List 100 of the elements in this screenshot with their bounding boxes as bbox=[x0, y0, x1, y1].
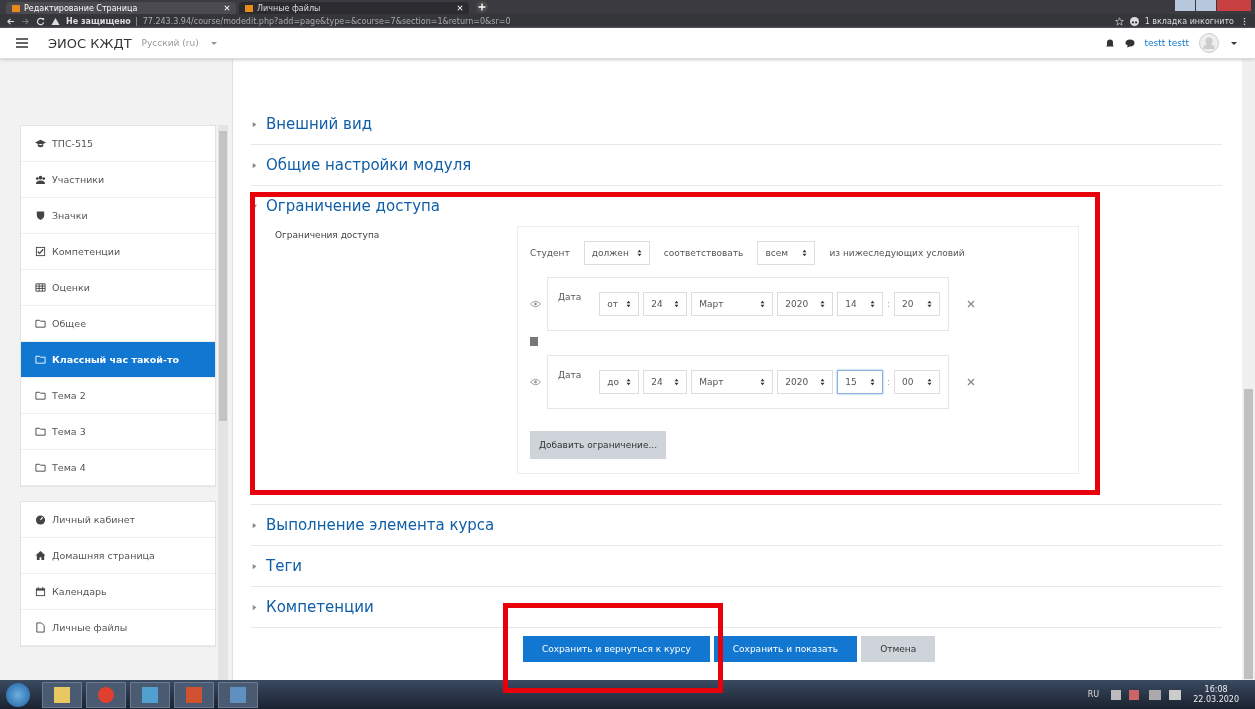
bell-icon[interactable] bbox=[1104, 38, 1115, 48]
section-header[interactable]: Ограничение доступа bbox=[251, 186, 440, 226]
reload-icon[interactable] bbox=[36, 16, 45, 26]
condition-text: соответствовать bbox=[663, 248, 744, 258]
select-field[interactable]: 2020 bbox=[777, 292, 834, 316]
graduation-cap-icon bbox=[35, 138, 46, 149]
forward-icon[interactable] bbox=[21, 16, 30, 26]
eye-icon[interactable] bbox=[530, 378, 541, 386]
form-button[interactable]: Сохранить и вернуться к курсу bbox=[523, 636, 710, 662]
sidebar-item[interactable]: Участники bbox=[21, 162, 215, 198]
section-header[interactable]: Выполнение элемента курса bbox=[251, 505, 495, 545]
select-field[interactable]: 20 bbox=[894, 292, 940, 316]
tray-icons[interactable] bbox=[1111, 689, 1182, 700]
select-field[interactable]: всем bbox=[757, 241, 816, 265]
warning-icon bbox=[51, 16, 60, 26]
delete-icon[interactable] bbox=[967, 378, 975, 386]
updown-icon bbox=[674, 378, 680, 386]
condition-text: из нижеследующих условий bbox=[829, 248, 965, 258]
folder-icon bbox=[35, 462, 46, 473]
users-icon bbox=[35, 174, 46, 185]
menu-icon[interactable] bbox=[16, 38, 28, 48]
sidebar-item[interactable]: Календарь bbox=[21, 574, 215, 610]
section-header[interactable]: Компетенции bbox=[251, 587, 374, 627]
section-header[interactable]: Теги bbox=[251, 546, 303, 586]
picture-app-icon[interactable] bbox=[218, 681, 258, 708]
updown-icon bbox=[760, 378, 766, 386]
select-field[interactable]: 24 bbox=[643, 370, 688, 394]
back-icon[interactable] bbox=[6, 16, 15, 26]
clock-date: 22.03.2020 bbox=[1193, 694, 1239, 705]
sidebar-item[interactable]: Тема 3 bbox=[21, 414, 215, 450]
checkbox-icon bbox=[35, 246, 46, 257]
folder-icon bbox=[35, 354, 46, 365]
time-separator: : bbox=[887, 377, 890, 387]
sidebar-item[interactable]: Домашняя страница bbox=[21, 538, 215, 574]
sidebar-item[interactable]: Значки bbox=[21, 198, 215, 234]
file-icon bbox=[35, 622, 46, 633]
close-icon[interactable] bbox=[224, 5, 230, 11]
select-field[interactable]: 14 bbox=[837, 292, 884, 316]
close-icon[interactable] bbox=[457, 5, 463, 11]
media-app-icon[interactable] bbox=[130, 681, 170, 708]
select-field[interactable]: Март bbox=[691, 370, 774, 394]
url-text[interactable]: 77.243.3.94/course/modedit.php?add=page&type=&course=7&section=1&return=0&sr=0 bbox=[142, 16, 511, 26]
sidebar-item[interactable]: Тема 2 bbox=[21, 378, 215, 414]
updown-icon bbox=[674, 300, 680, 308]
time-separator: : bbox=[887, 299, 890, 309]
sidebar-item[interactable]: Классный час такой-то bbox=[21, 342, 215, 378]
shield-icon bbox=[35, 210, 46, 221]
eye-icon[interactable] bbox=[530, 300, 541, 308]
browser-tab[interactable]: Личные файлы bbox=[239, 2, 469, 14]
select-field[interactable]: до bbox=[599, 370, 640, 394]
condition-type: Дата bbox=[558, 292, 582, 302]
select-field[interactable]: должен bbox=[583, 241, 650, 265]
folder-app-icon[interactable] bbox=[42, 681, 82, 708]
table-icon bbox=[35, 282, 46, 293]
updown-icon bbox=[927, 378, 932, 386]
clock-time: 16:08 bbox=[1204, 684, 1228, 695]
section-header[interactable]: Общие настройки модуля bbox=[251, 145, 472, 185]
select-field[interactable]: 24 bbox=[643, 292, 688, 316]
start-button[interactable] bbox=[6, 682, 30, 707]
updown-icon bbox=[802, 249, 808, 257]
sidebar-item[interactable]: Тема 4 bbox=[21, 450, 215, 486]
form-button[interactable]: Отмена bbox=[861, 636, 936, 662]
incognito-label: 1 вкладка инкогнито bbox=[1144, 16, 1234, 26]
site-logo-icon bbox=[245, 4, 253, 12]
star-icon[interactable] bbox=[1114, 16, 1124, 26]
updown-icon bbox=[870, 378, 876, 386]
updown-icon bbox=[626, 378, 632, 386]
add-restriction-button[interactable]: Добавить ограничение... bbox=[530, 431, 667, 459]
updown-icon bbox=[870, 300, 876, 308]
language-indicator[interactable]: RU bbox=[1087, 690, 1100, 699]
tab-title: Редактирование Страница bbox=[24, 3, 139, 13]
section-header[interactable]: Внешний вид bbox=[251, 104, 373, 144]
sidebar-item[interactable]: Личные файлы bbox=[21, 610, 215, 646]
updown-icon bbox=[636, 249, 642, 257]
site-name[interactable]: ЭИОС КЖДТ bbox=[48, 35, 132, 51]
updown-icon bbox=[820, 378, 826, 386]
user-name[interactable]: testt testt bbox=[1144, 38, 1189, 48]
select-field[interactable]: 00 bbox=[894, 370, 940, 394]
dashboard-icon bbox=[35, 514, 46, 525]
sidebar-item[interactable]: Компетенции bbox=[21, 234, 215, 270]
delete-icon[interactable] bbox=[967, 300, 975, 308]
sidebar-item[interactable]: ТПС-515 bbox=[21, 126, 215, 162]
form-button[interactable]: Сохранить и показать bbox=[713, 636, 858, 662]
scrollbar[interactable] bbox=[218, 125, 228, 680]
updown-icon bbox=[626, 300, 632, 308]
select-field[interactable]: 2020 bbox=[777, 370, 834, 394]
window-controls[interactable] bbox=[1175, 0, 1251, 11]
browser-tab[interactable]: Редактирование Страница bbox=[6, 2, 236, 14]
updown-icon bbox=[820, 300, 826, 308]
select-field[interactable]: от bbox=[599, 292, 640, 316]
incognito-icon[interactable] bbox=[1129, 16, 1139, 26]
field-label: Ограничения доступа bbox=[275, 229, 381, 242]
sidebar-item[interactable]: Оценки bbox=[21, 270, 215, 306]
new-tab-icon[interactable] bbox=[476, 1, 488, 13]
chat-icon[interactable] bbox=[1124, 38, 1135, 48]
sidebar-item[interactable]: Личный кабинет bbox=[21, 502, 215, 538]
select-field[interactable]: 15 bbox=[837, 370, 884, 394]
folder-icon bbox=[35, 390, 46, 401]
select-field[interactable]: Март bbox=[691, 292, 774, 316]
condition-text: Студент bbox=[530, 248, 570, 258]
